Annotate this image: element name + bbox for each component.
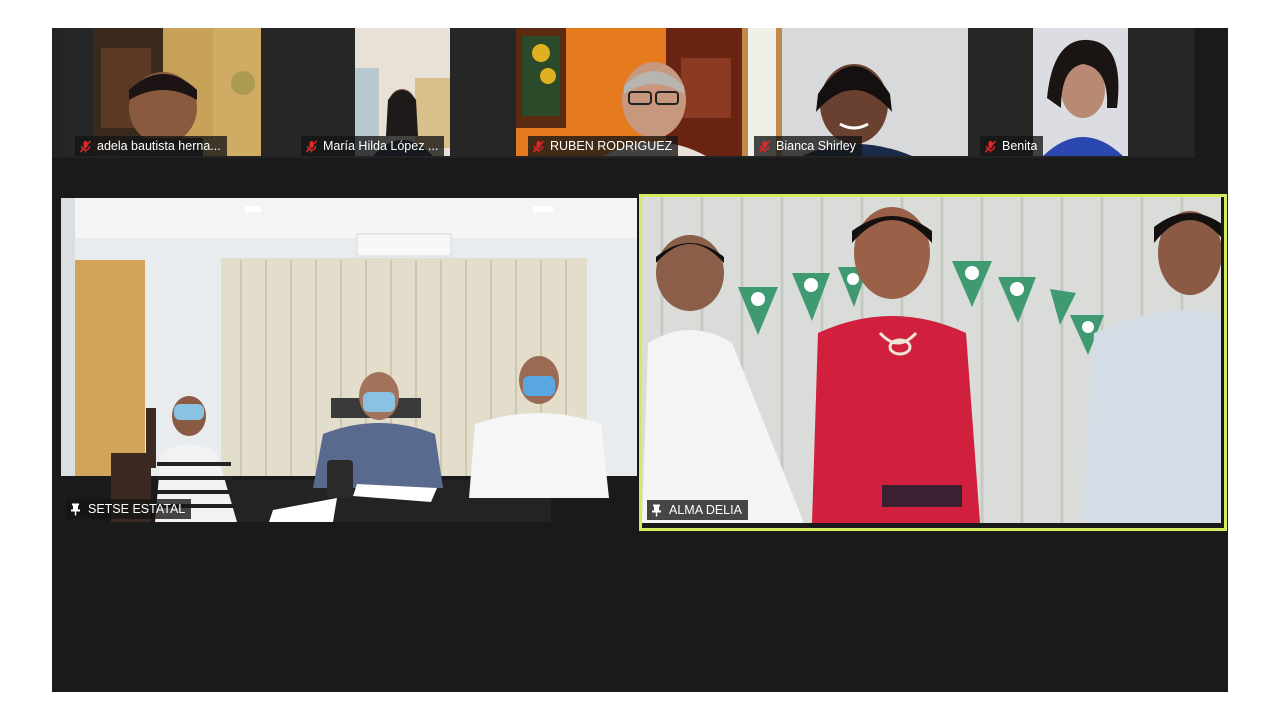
participant-thumbnail[interactable]: RUBEN RODRIGUEZ bbox=[516, 28, 742, 156]
participant-name-label: Bianca Shirley bbox=[754, 136, 862, 156]
participant-name-label: adela bautista herna... bbox=[75, 136, 227, 156]
participant-name-label: María Hilda López ... bbox=[301, 136, 445, 156]
participant-video bbox=[61, 198, 637, 522]
microphone-muted-icon bbox=[532, 139, 545, 153]
participant-name-label: RUBEN RODRIGUEZ bbox=[528, 136, 679, 156]
participant-thumbnail-strip: adela bautista herna... María Hilda Lópe… bbox=[52, 28, 1195, 158]
participant-name: adela bautista herna... bbox=[97, 139, 221, 153]
participant-thumbnail[interactable]: Bianca Shirley bbox=[742, 28, 968, 156]
microphone-muted-icon bbox=[79, 139, 92, 153]
participant-name-label: ALMA DELIA bbox=[647, 500, 748, 520]
microphone-muted-icon bbox=[305, 139, 318, 153]
participant-video bbox=[1033, 28, 1128, 156]
video-meeting-window: adela bautista herna... María Hilda Lópe… bbox=[52, 28, 1228, 692]
participant-thumbnail[interactable]: María Hilda López ... bbox=[289, 28, 515, 156]
microphone-muted-icon bbox=[758, 139, 771, 153]
participant-name: María Hilda López ... bbox=[323, 139, 439, 153]
pin-icon bbox=[71, 503, 80, 515]
participant-name: SETSE ESTATAL bbox=[88, 502, 186, 516]
pin-icon bbox=[652, 504, 661, 516]
participant-name-label: Benita bbox=[980, 136, 1044, 156]
main-video-tile-active-speaker[interactable]: ALMA DELIA bbox=[642, 197, 1221, 523]
participant-name: Benita bbox=[1002, 139, 1038, 153]
participant-video bbox=[642, 197, 1221, 523]
participant-thumbnail[interactable]: adela bautista herna... bbox=[63, 28, 289, 156]
participant-thumbnail[interactable]: Benita bbox=[968, 28, 1194, 156]
participant-name: Bianca Shirley bbox=[776, 139, 856, 153]
participant-name: RUBEN RODRIGUEZ bbox=[550, 139, 673, 153]
main-video-tile[interactable]: SETSE ESTATAL bbox=[61, 198, 637, 522]
participant-name-label: SETSE ESTATAL bbox=[66, 499, 192, 519]
microphone-muted-icon bbox=[984, 139, 997, 153]
participant-name: ALMA DELIA bbox=[669, 503, 742, 517]
